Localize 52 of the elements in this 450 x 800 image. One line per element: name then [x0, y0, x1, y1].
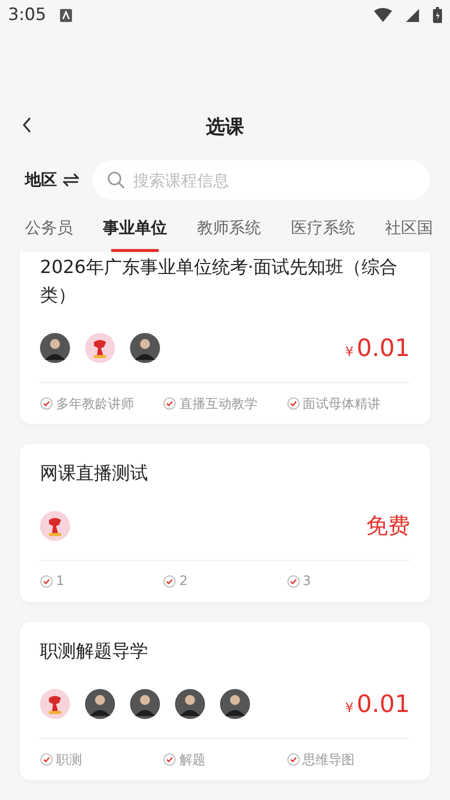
- category-tab[interactable]: 公务员: [25, 214, 73, 252]
- notification-icon: [60, 8, 72, 22]
- region-button[interactable]: 地区: [25, 170, 79, 190]
- category-tab[interactable]: 社区国: [385, 214, 433, 252]
- price: ¥0.01: [345, 690, 410, 718]
- course-card[interactable]: 职测解题导学 ¥0.01 职测 解题 思维导图: [20, 622, 430, 780]
- search-field[interactable]: 搜索课程信息: [93, 160, 430, 200]
- check-circle-icon: [40, 397, 53, 410]
- check-circle-icon: [286, 397, 300, 410]
- wifi-icon: [374, 8, 392, 22]
- course-title: 职测解题导学: [40, 640, 149, 664]
- category-tab[interactable]: 教师系统: [197, 214, 261, 252]
- avatar: [40, 333, 70, 363]
- avatar: [220, 689, 250, 719]
- course-title: 2026年广东事业单位统考·面试先知班（综合类）: [40, 256, 399, 308]
- price: ¥0.01: [345, 334, 410, 362]
- course-title: 网课直播测试: [40, 462, 149, 486]
- avatar: [175, 689, 205, 719]
- course-card[interactable]: 网课直播测试 免费 1 2 3: [20, 444, 430, 602]
- feature-label: 2: [179, 574, 188, 589]
- price: 免费: [366, 513, 410, 541]
- check-circle-icon: [163, 397, 176, 410]
- check-circle-icon: [40, 575, 53, 588]
- status-time: 3:05: [8, 5, 46, 25]
- feature-label: 多年教龄讲师: [56, 396, 134, 412]
- category-tab[interactable]: 事业单位: [103, 214, 167, 252]
- avatar: [130, 689, 160, 719]
- course-card[interactable]: 2026年广东事业单位统考·面试先知班（综合类） ¥0.01 多年教龄讲师 直播互动教学 面试母体精讲: [20, 252, 430, 424]
- page-title: 选课: [206, 115, 244, 140]
- swap-icon: [63, 173, 79, 187]
- feature-label: 直播互动教学: [179, 396, 258, 412]
- battery-icon: [433, 7, 442, 23]
- check-circle-icon: [286, 753, 300, 766]
- feature-label: 面试母体精讲: [302, 396, 381, 412]
- feature-label: 解题: [179, 752, 206, 768]
- avatar: [130, 333, 160, 363]
- feature-label: 1: [56, 574, 64, 589]
- emblem-icon: [40, 511, 70, 541]
- chevron-left-icon: [22, 117, 32, 133]
- check-circle-icon: [163, 753, 176, 766]
- emblem-icon: [85, 333, 115, 363]
- emblem-icon: [40, 689, 70, 719]
- check-circle-icon: [163, 575, 176, 588]
- check-circle-icon: [40, 753, 53, 766]
- feature-label: 职测: [56, 752, 82, 768]
- feature-label: 3: [302, 574, 311, 589]
- search-icon: [107, 171, 125, 189]
- category-tab[interactable]: 医疗系统: [291, 214, 355, 252]
- signal-icon: [406, 8, 419, 22]
- avatar: [85, 689, 115, 719]
- feature-label: 思维导图: [302, 752, 355, 768]
- check-circle-icon: [286, 575, 300, 588]
